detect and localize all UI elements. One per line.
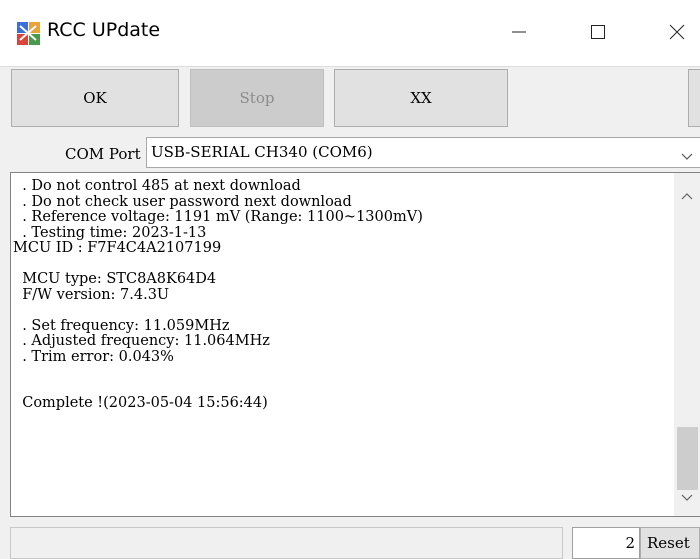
scroll-up-icon[interactable] — [681, 185, 693, 204]
count-field: 2 — [572, 527, 640, 559]
toolbar: OK Stop XX — [0, 66, 700, 133]
com-port-row: COM Port USB-SERIAL CH340 (COM6) — [0, 134, 700, 172]
minimize-button[interactable] — [496, 14, 542, 54]
scroll-down-icon[interactable] — [681, 487, 693, 506]
com-port-label: COM Port — [65, 145, 141, 163]
xx-button[interactable]: XX — [334, 69, 508, 127]
log-output[interactable]: . Do not control 485 at next download . … — [10, 172, 700, 517]
com-port-select[interactable]: USB-SERIAL CH340 (COM6) — [146, 137, 700, 168]
minimize-icon — [511, 24, 527, 44]
window-title: RCC UPdate — [47, 19, 161, 41]
status-field — [10, 527, 563, 559]
com-port-value: USB-SERIAL CH340 (COM6) — [151, 143, 373, 161]
app-icon — [16, 20, 42, 46]
log-text: . Do not control 485 at next download . … — [13, 178, 423, 411]
maximize-icon — [590, 24, 606, 44]
overflow-button[interactable] — [688, 69, 700, 127]
stop-button[interactable]: Stop — [190, 69, 324, 127]
maximize-button[interactable] — [575, 14, 621, 54]
title-bar: RCC UPdate — [0, 0, 700, 66]
ok-button[interactable]: OK — [11, 69, 179, 127]
close-button[interactable] — [654, 14, 700, 54]
vertical-scrollbar[interactable] — [674, 173, 700, 516]
scrollbar-thumb[interactable] — [677, 427, 698, 490]
reset-button[interactable]: Reset — [640, 527, 700, 559]
chevron-down-icon — [681, 147, 693, 166]
status-bar: 2 Reset — [0, 522, 700, 559]
close-icon — [668, 23, 686, 45]
